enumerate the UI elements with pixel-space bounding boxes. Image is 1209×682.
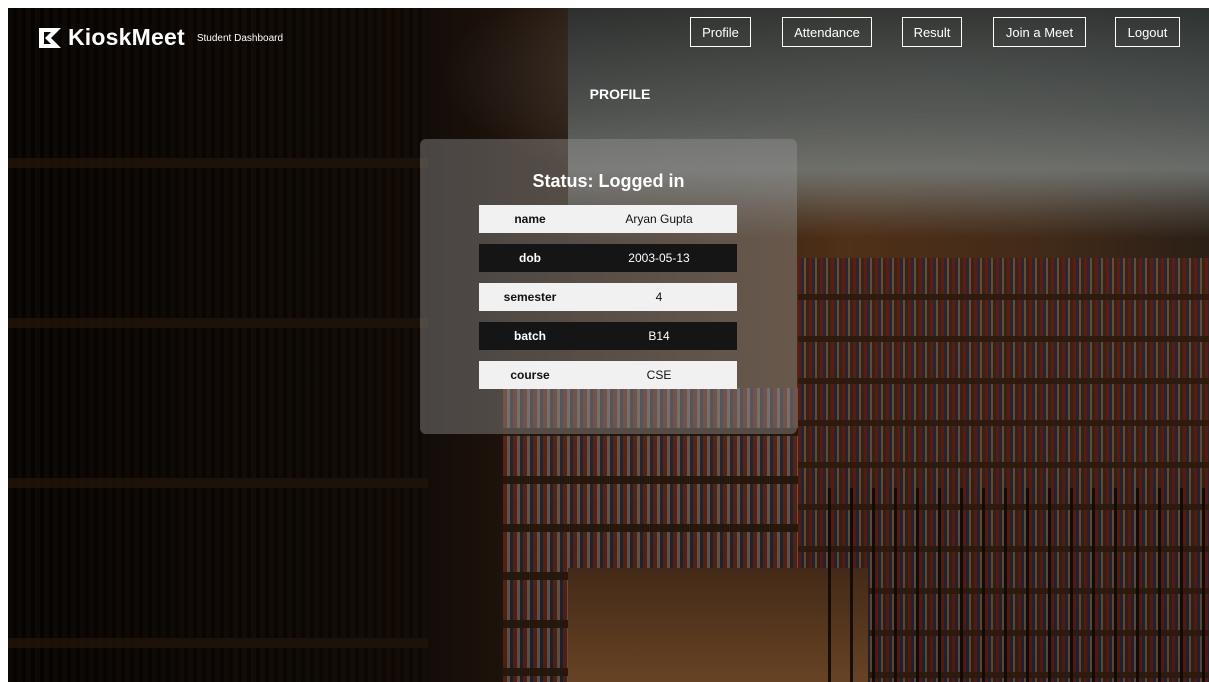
profile-field-label: semester [503,290,557,304]
kioskmeet-logo-icon [38,27,62,49]
nav-join-meet-button[interactable]: Join a Meet [993,17,1086,47]
profile-row-course: course CSE [479,361,737,389]
profile-row-semester: semester 4 [479,283,737,311]
brand-subtitle: Student Dashboard [196,33,284,44]
profile-field-label: course [510,368,550,382]
profile-field-value: Aryan Gupta [625,212,693,226]
profile-field-value: 2003-05-13 [628,251,690,265]
brand-name: KioskMeet [68,24,185,50]
profile-row-dob: dob 2003-05-13 [479,244,737,272]
profile-field-label: name [514,212,546,226]
nav-attendance-button[interactable]: Attendance [782,17,872,47]
profile-field-value: 4 [655,290,663,304]
nav-profile-button[interactable]: Profile [690,17,751,47]
nav-logout-button[interactable]: Logout [1115,17,1180,47]
page-title: PROFILE [589,86,651,102]
brand[interactable]: KioskMeet Student Dashboard [38,24,283,51]
profile-row-name: name Aryan Gupta [479,205,737,233]
profile-field-label: dob [519,251,541,265]
profile-field-value: B14 [648,329,670,343]
nav-result-button[interactable]: Result [902,17,962,47]
profile-field-label: batch [513,329,546,343]
profile-card: Status: Logged in name Aryan Gupta dob 2… [420,139,797,434]
profile-row-batch: batch B14 [479,322,737,350]
profile-field-value: CSE [646,368,672,382]
login-status: Status: Logged in [532,171,685,191]
